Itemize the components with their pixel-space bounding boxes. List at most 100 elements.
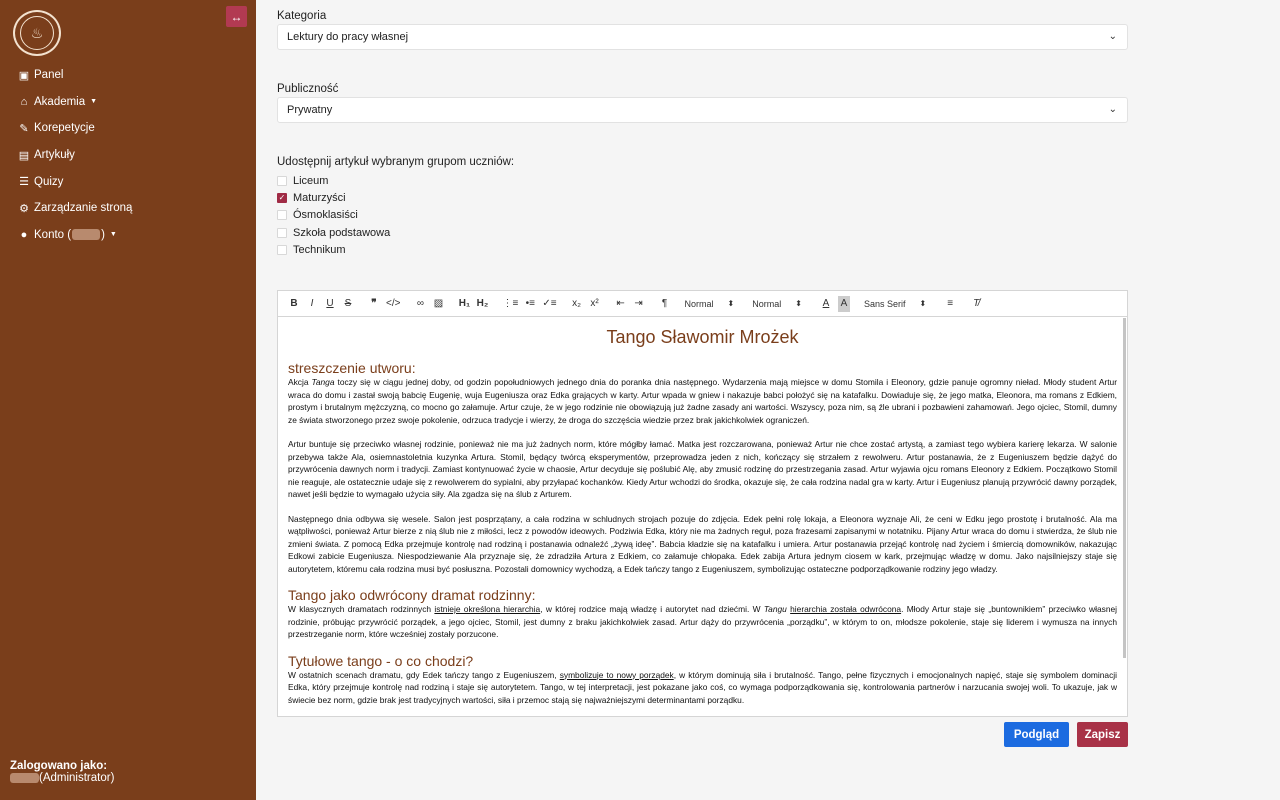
sidebar-item-konto[interactable]: ● Konto ( ) ▼ — [17, 222, 132, 249]
section-heading: streszczenie utworu: — [288, 360, 416, 376]
checkbox-checked[interactable]: ✓ — [277, 192, 287, 203]
section-heading: Tango jako odwrócony dramat rodzinny: — [288, 587, 536, 603]
sidebar-item-zarzadzanie[interactable]: ⚙ Zarządzanie stroną — [17, 195, 132, 222]
group-sharing: Udostępnij artykuł wybranym grupom uczni… — [277, 156, 514, 258]
tutoring-icon: ✎ — [19, 122, 29, 135]
group-label: Ósmoklasiści — [293, 209, 358, 222]
academy-logo[interactable]: ♨ — [13, 10, 61, 56]
group-option-osmoklasisci[interactable]: Ósmoklasiści — [277, 207, 514, 224]
chevron-down-icon: ⌄ — [1108, 31, 1117, 42]
sidebar-item-label-suffix: ) — [101, 228, 105, 241]
checkbox[interactable] — [277, 175, 287, 186]
sidebar-item-label: Artykuły — [34, 149, 75, 162]
audience-label: Publiczność — [277, 83, 339, 95]
heading-2-icon[interactable]: H₂ — [476, 296, 489, 312]
paragraph: W klasycznych dramatach rodzinnych istni… — [288, 604, 1117, 639]
paragraph: Następnego dnia odbywa się wesele. Salon… — [288, 513, 1117, 574]
header-select[interactable]: Normal ⬍ — [752, 299, 802, 309]
group-label: Liceum — [293, 174, 329, 187]
audience-select[interactable]: Prywatny ⌄ — [277, 97, 1128, 123]
logged-in-role: (Administrator) — [39, 772, 115, 784]
sidebar-item-label: Konto ( — [34, 228, 72, 241]
paragraph: W ostatnich scenach dramatu, gdy Edek ta… — [288, 669, 1117, 705]
category-value: Lektury do pracy własnej — [287, 31, 409, 43]
font-select[interactable]: Sans Serif ⬍ — [864, 299, 926, 309]
paragraph: Artur buntuje się przeciwko własnej rodz… — [288, 439, 1117, 499]
gears-icon: ⚙ — [19, 202, 29, 215]
rich-text-editor: B I U S ❞ </> ∞ ▨ H₁ H₂ ⋮≡ •≡ ✓≡ x₂ x² ⇤… — [277, 290, 1128, 717]
checkbox[interactable] — [277, 244, 287, 255]
ordered-list-icon[interactable]: ⋮≡ — [502, 296, 518, 312]
bold-icon[interactable]: B — [288, 296, 300, 312]
sidebar-item-artykuly[interactable]: ▤ Artykuły — [17, 142, 132, 169]
sidebar-item-quizy[interactable]: ☰ Quizy — [17, 168, 132, 195]
sidebar-nav: ▣ Panel ⌂ Akademia ▼ ✎ Korepetycje ▤ Art… — [17, 62, 133, 249]
image-icon[interactable]: ▨ — [432, 296, 444, 312]
group-option-liceum[interactable]: Liceum — [277, 172, 514, 189]
category-label: Kategoria — [277, 10, 327, 22]
text-color-icon[interactable]: A — [820, 296, 832, 312]
paragraph: Akcja Tanga toczy się w ciągu jednej dob… — [288, 377, 1117, 425]
section-heading: Tytułowe tango - o co chodzi? — [288, 652, 474, 669]
sidebar-item-akademia[interactable]: ⌂ Akademia ▼ — [17, 89, 132, 116]
sidebar-toggle-button[interactable]: ↔ — [226, 6, 247, 27]
clear-format-icon[interactable]: T̸ — [970, 296, 982, 312]
updown-icon: ⬍ — [795, 299, 802, 308]
quiz-icon: ☰ — [19, 176, 29, 189]
background-color-icon[interactable]: A — [837, 295, 850, 312]
caret-down-icon: ▼ — [109, 231, 117, 239]
redacted-username — [10, 772, 39, 783]
category-select[interactable]: Lektury do pracy własnej ⌄ — [277, 24, 1128, 50]
group-option-maturzysci[interactable]: ✓ Maturzyści — [277, 189, 514, 206]
heading-1-icon[interactable]: H₁ — [458, 296, 470, 312]
editor-content[interactable]: Tango Sławomir Mrożek streszczenie utwor… — [279, 318, 1126, 716]
group-label: Technikum — [293, 243, 346, 256]
superscript-icon[interactable]: x² — [589, 296, 601, 312]
size-select-value: Normal — [684, 298, 714, 309]
panel-icon: ▣ — [18, 69, 30, 82]
groups-title: Udostępnij artykuł wybranym grupom uczni… — [277, 156, 515, 168]
group-label: Szkoła podstawowa — [293, 226, 391, 239]
save-button[interactable]: Zapisz — [1077, 722, 1128, 747]
sidebar-item-panel[interactable]: ▣ Panel — [17, 62, 132, 89]
editor-toolbar: B I U S ❞ </> ∞ ▨ H₁ H₂ ⋮≡ •≡ ✓≡ x₂ x² ⇤… — [278, 291, 1127, 317]
checkbox[interactable] — [277, 210, 287, 221]
preview-button[interactable]: Podgląd — [1004, 722, 1069, 747]
text-direction-icon[interactable]: ¶ — [659, 296, 671, 312]
checkbox[interactable] — [277, 227, 287, 238]
sidebar-item-label: Zarządzanie stroną — [34, 202, 133, 215]
sidebar-item-label: Akademia — [34, 95, 86, 108]
redacted-username — [72, 229, 101, 241]
logged-in-label: Zalogowano jako: — [10, 760, 108, 772]
subscript-icon[interactable]: x₂ — [571, 296, 583, 312]
underline-icon[interactable]: U — [324, 296, 336, 312]
group-option-technikum[interactable]: Technikum — [277, 241, 514, 258]
articles-icon: ▤ — [18, 149, 30, 162]
logged-in-user: (Administrator) — [10, 772, 114, 784]
header-select-value: Normal — [752, 298, 782, 309]
flame-icon: ♨ — [20, 16, 54, 50]
outdent-icon[interactable]: ⇤ — [615, 296, 627, 312]
checklist-icon[interactable]: ✓≡ — [542, 296, 556, 312]
group-label: Maturzyści — [293, 191, 346, 204]
audience-value: Prywatny — [287, 104, 333, 116]
sidebar-item-label: Quizy — [34, 175, 64, 188]
article-title: Tango Sławomir Mrożek — [606, 327, 799, 347]
academy-icon: ⌂ — [20, 95, 28, 108]
sidebar-item-label: Korepetycje — [34, 122, 95, 135]
align-icon[interactable]: ≡ — [944, 296, 956, 312]
link-icon[interactable]: ∞ — [414, 296, 426, 312]
size-select[interactable]: Normal ⬍ — [685, 299, 735, 309]
blockquote-icon[interactable]: ❞ — [368, 296, 380, 312]
bullet-list-icon[interactable]: •≡ — [524, 296, 536, 312]
editor-scrollbar[interactable] — [1123, 318, 1126, 658]
sidebar: ♨ ↔ ▣ Panel ⌂ Akademia ▼ ✎ Korepetycje ▤… — [0, 0, 256, 800]
italic-icon[interactable]: I — [306, 296, 318, 312]
strikethrough-icon[interactable]: S — [342, 296, 354, 312]
code-block-icon[interactable]: </> — [386, 296, 400, 312]
group-option-szkola-podstawowa[interactable]: Szkoła podstawowa — [277, 224, 514, 241]
logged-in-info: Zalogowano jako: (Administrator) — [10, 760, 114, 784]
indent-icon[interactable]: ⇥ — [633, 296, 645, 312]
sidebar-item-korepetycje[interactable]: ✎ Korepetycje — [17, 115, 132, 142]
font-select-value: Sans Serif — [863, 298, 906, 309]
